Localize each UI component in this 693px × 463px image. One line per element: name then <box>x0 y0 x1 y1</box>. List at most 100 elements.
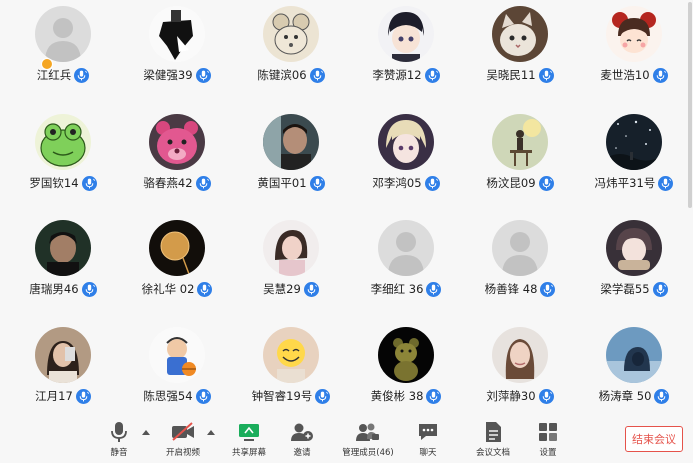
participant-tile[interactable]: 麦世浩10 <box>579 0 689 100</box>
participant-name-row: 江月17 <box>8 387 118 405</box>
microphone-status-icon <box>309 175 325 191</box>
participant-tile[interactable]: 黄俊彬 38 <box>351 321 461 421</box>
participant-name-row: 唐瑞男46 <box>8 280 118 298</box>
participant-name: 冯炜平31号 <box>594 176 656 190</box>
participant-avatar <box>492 220 548 276</box>
microphone-status-icon <box>538 67 554 83</box>
microphone-status-icon <box>75 388 91 404</box>
participant-name: 骆春燕42 <box>143 176 193 190</box>
scrollbar[interactable] <box>688 2 692 208</box>
participant-tile[interactable]: 黄国平01 <box>236 108 346 208</box>
participant-name-row: 吴慧29 <box>236 280 346 298</box>
participant-avatar <box>35 327 91 383</box>
participant-avatar <box>378 6 434 62</box>
participant-tile[interactable]: 江红兵 <box>8 0 118 100</box>
participant-tile[interactable]: 杨汶昆09 <box>465 108 575 208</box>
participant-name-row: 梁学磊55 <box>579 280 689 298</box>
participant-tile[interactable]: 杨善锋 48 <box>465 214 575 314</box>
microphone-status-icon <box>658 175 674 191</box>
participant-name: 吴晓民11 <box>486 68 536 82</box>
manage-members-button[interactable]: 管理成员(46) <box>333 420 403 460</box>
participant-avatar <box>606 114 662 170</box>
end-meeting-button[interactable]: 结束会议 <box>625 426 683 452</box>
participant-avatar <box>35 114 91 170</box>
members-icon <box>356 423 379 441</box>
chat-label: 聊天 <box>419 448 437 458</box>
participant-avatar <box>263 114 319 170</box>
invite-button[interactable]: 邀请 <box>272 420 332 460</box>
participant-name-row: 徐礼华 02 <box>122 280 232 298</box>
participant-tile[interactable]: 骆春燕42 <box>122 108 232 208</box>
participant-tile[interactable]: 江月17 <box>8 321 118 421</box>
participant-avatar <box>35 220 91 276</box>
microphone-status-icon <box>195 388 211 404</box>
microphone-status-icon <box>652 67 668 83</box>
participant-name: 梁健强39 <box>143 68 193 82</box>
chat-button[interactable]: 聊天 <box>398 420 458 460</box>
participant-name: 吴慧29 <box>263 282 301 296</box>
video-options-caret[interactable] <box>207 430 215 435</box>
mute-options-caret[interactable] <box>142 430 150 435</box>
participant-tile[interactable]: 吴晓民11 <box>465 0 575 100</box>
microphone-status-icon <box>81 175 97 191</box>
participant-tile[interactable]: 邓李鸿05 <box>351 108 461 208</box>
video-button[interactable]: 开启视频 <box>153 420 213 460</box>
participant-avatar <box>149 114 205 170</box>
participant-tile[interactable]: 徐礼华 02 <box>122 214 232 314</box>
participant-tile[interactable]: 唐瑞男46 <box>8 214 118 314</box>
participant-avatar <box>149 6 205 62</box>
video-label: 开启视频 <box>165 448 200 458</box>
settings-grid-icon <box>539 423 557 441</box>
participant-tile[interactable]: 陈键滨06 <box>236 0 346 100</box>
participant-avatar <box>263 220 319 276</box>
participant-name: 唐瑞男46 <box>29 282 79 296</box>
host-badge-icon <box>41 58 53 70</box>
participant-tile[interactable]: 李赞源12 <box>351 0 461 100</box>
microphone-status-icon <box>74 67 90 83</box>
participant-tile[interactable]: 吴慧29 <box>236 214 346 314</box>
participant-name-row: 杨涛章 50 <box>579 387 689 405</box>
participant-name: 麦世浩10 <box>600 68 650 82</box>
participant-name-row: 黄俊彬 38 <box>351 387 461 405</box>
microphone-status-icon <box>652 281 668 297</box>
participant-name: 陈思强54 <box>143 389 193 403</box>
microphone-status-icon <box>424 67 440 83</box>
participant-avatar <box>35 6 91 62</box>
participant-name-row: 麦世浩10 <box>579 66 689 84</box>
participant-tile[interactable]: 刘萍静30 <box>465 321 575 421</box>
mute-label: 静音 <box>110 448 128 458</box>
participant-name: 杨善锋 48 <box>484 282 538 296</box>
participant-name-row: 杨汶昆09 <box>465 174 575 192</box>
participant-avatar <box>149 220 205 276</box>
settings-label: 设置 <box>539 448 557 458</box>
share-screen-label: 共享屏幕 <box>231 448 266 458</box>
participant-name: 李细红 36 <box>370 282 424 296</box>
participant-tile[interactable]: 梁学磊55 <box>579 214 689 314</box>
microphone-status-icon <box>309 67 325 83</box>
mute-button[interactable]: 静音 <box>89 420 149 460</box>
participant-tile[interactable]: 冯炜平31号 <box>579 108 689 208</box>
participant-name-row: 陈键滨06 <box>236 66 346 84</box>
participant-tile[interactable]: 罗国钦14 <box>8 108 118 208</box>
participant-name: 杨涛章 50 <box>598 389 652 403</box>
participant-name-row: 杨善锋 48 <box>465 280 575 298</box>
participant-name-row: 黄国平01 <box>236 174 346 192</box>
participant-avatar <box>492 114 548 170</box>
participant-name-row: 陈思强54 <box>122 387 232 405</box>
participant-name-row: 刘萍静30 <box>465 387 575 405</box>
participant-avatar <box>492 327 548 383</box>
chat-icon <box>419 424 437 440</box>
participant-tile[interactable]: 梁健强39 <box>122 0 232 100</box>
share-screen-button[interactable]: 共享屏幕 <box>219 420 279 460</box>
participant-tile[interactable]: 杨涛章 50 <box>579 321 689 421</box>
participant-tile[interactable]: 李细红 36 <box>351 214 461 314</box>
meeting-docs-button[interactable]: 会议文档 <box>463 420 523 460</box>
participant-name-row: 邓李鸿05 <box>351 174 461 192</box>
participant-name-row: 李赞源12 <box>351 66 461 84</box>
participant-tile[interactable]: 钟智睿19号 <box>236 321 346 421</box>
participant-grid: 江红兵 梁健强39 陈键滨06 李赞源12 吴晓民11 麦世浩10 罗国钦14 骆春燕42 黄国… <box>0 0 693 412</box>
participant-avatar <box>149 327 205 383</box>
microphone-status-icon <box>197 281 213 297</box>
settings-button[interactable]: 设置 <box>518 420 578 460</box>
participant-tile[interactable]: 陈思强54 <box>122 321 232 421</box>
